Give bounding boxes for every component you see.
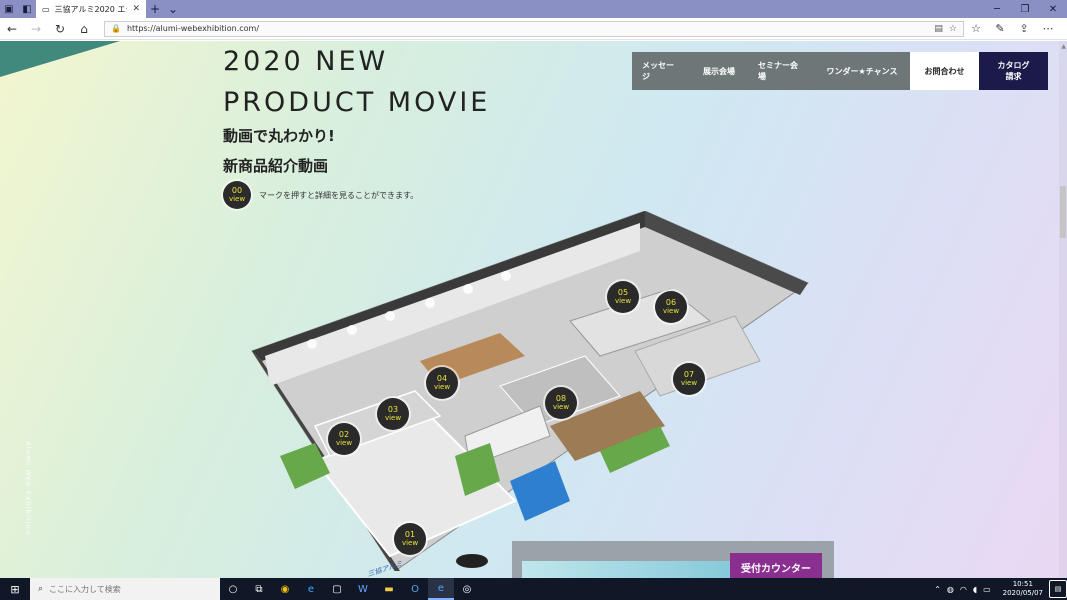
browser-tab[interactable]: ▭ 三協アルミ2020 エクステリ ✕ — [36, 0, 146, 18]
taskbar-clock[interactable]: 10:51 2020/05/07 — [997, 580, 1049, 598]
tab-list-chevron-icon[interactable]: ⌄ — [164, 0, 182, 18]
address-bar: ← → ↻ ⌂ 🔒 ▤ ☆ ☆ ✎ ⇪ ⋯ — [0, 18, 1067, 40]
jp-subtitle-line2: 新商品紹介動画 — [223, 157, 329, 175]
floor-marker-08[interactable]: 08 view — [545, 387, 577, 419]
page-favicon-icon: ▭ — [42, 4, 50, 14]
exhibition-floor-plan: 01 view 02 view 03 view 04 view 05 view 06 vie… — [240, 211, 820, 578]
new-tab-button[interactable]: + — [146, 0, 164, 18]
store-icon[interactable]: ▢ — [324, 578, 350, 600]
reading-view-icon[interactable]: ▤ — [934, 24, 943, 34]
hero-title: 2020 NEW PRODUCT MOVIE — [223, 41, 490, 123]
floor-plan-illustration — [251, 211, 810, 571]
close-window-button[interactable]: ✕ — [1039, 0, 1067, 18]
hero-title-line1: 2020 NEW — [223, 46, 389, 77]
lock-icon: 🔒 — [111, 24, 121, 33]
nav-seminar-hall[interactable]: セミナー会場 — [748, 52, 814, 90]
system-tray: ⌃ ◍ ◠ ◖ ▭ — [934, 585, 996, 594]
reception-counter-label[interactable]: 受付カウンター — [730, 553, 822, 578]
site-navigation: メッセージ 展示会場 セミナー会場 ワンダー★チャンス お問合わせ カタログ 請… — [632, 52, 1048, 90]
cortana-icon[interactable]: ○ — [220, 578, 246, 600]
minimize-button[interactable]: ─ — [983, 0, 1011, 18]
pen-icon[interactable]: ✎ — [988, 22, 1012, 35]
edge-legacy-icon[interactable]: e — [298, 578, 324, 600]
floor-marker-01[interactable]: 01 view — [394, 523, 426, 555]
refresh-button[interactable]: ↻ — [48, 18, 72, 40]
volume-icon[interactable]: ◖ — [973, 585, 977, 594]
legend-marker: 00 view — [223, 181, 251, 209]
hero-title-line2: PRODUCT MOVIE — [223, 87, 491, 118]
task-view-icon[interactable]: ⧉ — [246, 578, 272, 600]
favorite-star-icon[interactable]: ☆ — [949, 24, 957, 34]
reception-section: 受付カウンター — [512, 541, 834, 578]
taskbar: ⊞ ⌕ ○ ⧉ ◉ e ▢ W ▬ O e ◎ ⌃ ◍ ◠ ◖ ▭ 10:51 … — [0, 578, 1067, 600]
battery-icon[interactable]: ▭ — [983, 585, 991, 594]
close-tab-icon[interactable]: ✕ — [132, 4, 140, 14]
floor-marker-07[interactable]: 07 view — [673, 363, 705, 395]
clock-time: 10:51 — [1012, 580, 1033, 588]
camera-icon[interactable]: ◎ — [454, 578, 480, 600]
share-icon[interactable]: ⇪ — [1012, 22, 1036, 35]
legend-text: マークを押すと詳細を見ることができます。 — [259, 190, 419, 200]
nav-message[interactable]: メッセージ — [632, 52, 690, 90]
floor-marker-05[interactable]: 05 view — [607, 281, 639, 313]
tab-actions-icon[interactable]: ▣ — [0, 0, 18, 18]
browser-tab-bar: ▣ ◧ ▭ 三協アルミ2020 エクステリ ✕ + ⌄ ─ ❐ ✕ — [0, 0, 1067, 18]
reception-image — [522, 561, 762, 578]
floor-marker-04[interactable]: 04 view — [426, 367, 458, 399]
scroll-up-icon[interactable]: ▲ — [1061, 43, 1066, 50]
restore-button[interactable]: ❐ — [1011, 0, 1039, 18]
corner-decoration — [0, 41, 120, 77]
tab-title: 三協アルミ2020 エクステリ — [54, 4, 128, 14]
home-button[interactable]: ⌂ — [72, 18, 96, 40]
marker-legend: 00 view マークを押すと詳細を見ることができます。 — [223, 181, 418, 209]
page-scrollbar[interactable]: ▲ — [1059, 41, 1067, 578]
web-viewport: Alumi Web Exhibition 2020 NEW PRODUCT MO… — [0, 41, 1067, 578]
floor-marker-06[interactable]: 06 view — [655, 291, 687, 323]
url-input[interactable] — [126, 24, 929, 33]
word-icon[interactable]: W — [350, 578, 376, 600]
chrome-icon[interactable]: ◉ — [272, 578, 298, 600]
back-button[interactable]: ← — [0, 18, 24, 40]
floor-marker-02[interactable]: 02 view — [328, 423, 360, 455]
jp-subtitle: 動画で丸わかり! 新商品紹介動画 — [223, 121, 335, 181]
windows-start-icon[interactable]: ⊞ — [0, 578, 30, 600]
more-icon[interactable]: ⋯ — [1036, 22, 1060, 35]
notification-icon[interactable]: ▤ — [1049, 580, 1067, 598]
taskbar-search-input[interactable] — [49, 584, 212, 594]
network-icon[interactable]: ◍ — [947, 585, 954, 594]
file-explorer-icon[interactable]: ▬ — [376, 578, 402, 600]
jp-subtitle-line1: 動画で丸わかり! — [223, 127, 335, 145]
tray-chevron-icon[interactable]: ⌃ — [934, 585, 941, 594]
forward-button[interactable]: → — [24, 18, 48, 40]
nav-exhibition-hall[interactable]: 展示会場 — [690, 52, 748, 90]
favorites-icon[interactable]: ☆ — [964, 22, 988, 35]
edge-active-icon[interactable]: e — [428, 578, 454, 600]
search-icon: ⌕ — [38, 584, 44, 594]
clock-date: 2020/05/07 — [1002, 589, 1043, 597]
floor-marker-03[interactable]: 03 view — [377, 398, 409, 430]
nav-catalog-request[interactable]: カタログ 請求 — [979, 52, 1048, 90]
nav-wonder-chance[interactable]: ワンダー★チャンス — [814, 52, 910, 90]
nav-contact[interactable]: お問合わせ — [910, 52, 979, 90]
scroll-thumb[interactable] — [1060, 186, 1066, 238]
wifi-icon[interactable]: ◠ — [960, 585, 967, 594]
side-vertical-text: Alumi Web Exhibition — [24, 441, 32, 536]
taskbar-search[interactable]: ⌕ — [30, 578, 220, 600]
outlook-icon[interactable]: O — [402, 578, 428, 600]
tab-preview-icon[interactable]: ◧ — [18, 0, 36, 18]
url-field[interactable]: 🔒 ▤ ☆ — [104, 20, 964, 37]
